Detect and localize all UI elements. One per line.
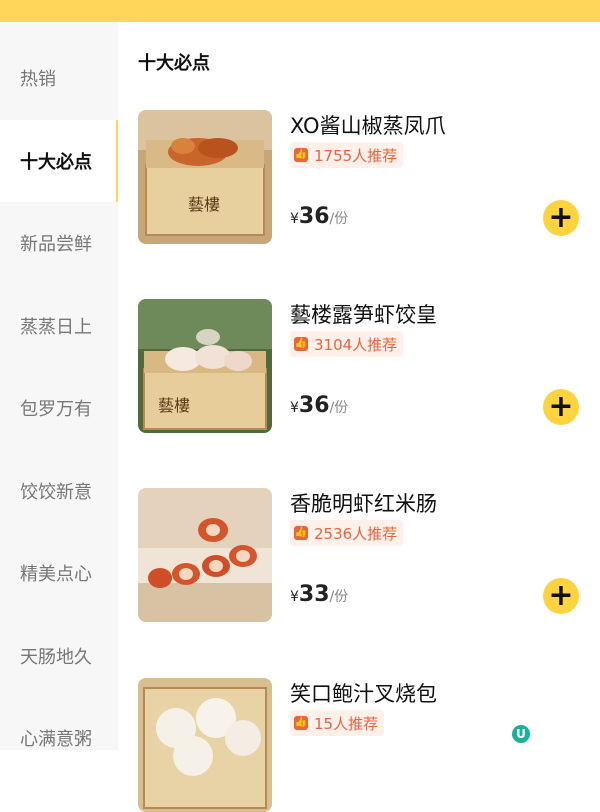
plus-icon: + [548, 389, 574, 424]
recommend-count: 1755人推荐 [314, 146, 398, 165]
sidebar-item-label: 饺饺新意 [20, 482, 92, 503]
price-amount: 33 [298, 582, 330, 607]
menu-list: 十大必点 藝樓 XO酱山椒蒸凤爪 👍 1755人推荐 ¥36/份 + 藝樓 藝楼… [118, 22, 600, 812]
sidebar-item-steamed[interactable]: 蒸蒸日上 [0, 285, 118, 367]
sidebar-item-hot[interactable]: 热销 [0, 37, 118, 119]
section-title: 十大必点 [138, 53, 210, 74]
menu-item[interactable]: 藝樓 藝楼露笋虾饺皇 👍 3104人推荐 ¥36/份 + [138, 299, 588, 433]
price: ¥36/份 [290, 393, 348, 418]
sidebar-item-top-ten[interactable]: 十大必点 [0, 120, 118, 202]
sidebar-item-label: 新品尝鲜 [20, 234, 92, 255]
recommend-badge: 👍 3104人推荐 [290, 331, 404, 357]
plus-icon: + [548, 578, 574, 613]
price-amount: 36 [298, 393, 330, 418]
recommend-count: 2536人推荐 [314, 524, 398, 543]
add-to-cart-button[interactable]: + [543, 200, 579, 236]
sidebar-item-dumplings[interactable]: 饺饺新意 [0, 450, 118, 532]
sidebar-item-label: 包罗万有 [20, 399, 92, 420]
add-to-cart-button[interactable]: + [543, 389, 579, 425]
thumbs-up-icon: 👍 [294, 148, 308, 162]
svg-text:藝樓: 藝樓 [188, 195, 220, 214]
price-amount: 36 [298, 204, 330, 229]
dish-image [138, 678, 272, 812]
menu-item[interactable]: 香脆明虾红米肠 👍 2536人推荐 ¥33/份 + [138, 488, 588, 622]
sidebar-item-label: 蒸蒸日上 [20, 317, 92, 338]
sidebar-item-label: 热销 [20, 69, 56, 90]
sidebar-item-rice-rolls[interactable]: 天肠地久 [0, 615, 118, 697]
top-status-bar [0, 0, 600, 22]
recommend-count: 3104人推荐 [314, 335, 398, 354]
sidebar-item-congee[interactable]: 心满意粥 [0, 697, 118, 779]
dish-name: XO酱山椒蒸凤爪 [290, 114, 446, 138]
recommend-badge: 👍 15人推荐 [290, 710, 385, 736]
sidebar-item-buns[interactable]: 包罗万有 [0, 367, 118, 449]
price-unit: /份 [329, 400, 349, 416]
sidebar-item-label: 十大必点 [20, 152, 92, 173]
price-currency: ¥ [290, 589, 299, 605]
dish-name: 香脆明虾红米肠 [290, 492, 437, 516]
thumbs-up-icon: 👍 [294, 526, 308, 540]
price: ¥33/份 [290, 582, 348, 607]
add-to-cart-button[interactable]: + [543, 578, 579, 614]
sidebar-item-dim-sum[interactable]: 精美点心 [0, 532, 118, 614]
sidebar-item-label: 心满意粥 [20, 729, 92, 750]
recommend-badge: 👍 2536人推荐 [290, 520, 404, 546]
dish-name: 笑口鲍汁叉烧包 [290, 682, 437, 706]
price-currency: ¥ [290, 400, 299, 416]
svg-text:藝樓: 藝樓 [158, 396, 190, 415]
menu-item[interactable]: 笑口鲍汁叉烧包 👍 15人推荐 [138, 678, 588, 812]
recommend-count: 15人推荐 [314, 714, 379, 733]
price-unit: /份 [329, 211, 349, 227]
recommend-badge: 👍 1755人推荐 [290, 142, 404, 168]
dish-image: 藝樓 [138, 110, 272, 244]
menu-item[interactable]: 藝樓 XO酱山椒蒸凤爪 👍 1755人推荐 ¥36/份 + [138, 110, 588, 244]
thumbs-up-icon: 👍 [294, 337, 308, 351]
price: ¥36/份 [290, 204, 348, 229]
sidebar-item-label: 精美点心 [20, 564, 92, 585]
price-unit: /份 [329, 589, 349, 605]
brand-logo-icon: U [512, 725, 530, 743]
plus-icon: + [548, 200, 574, 235]
thumbs-up-icon: 👍 [294, 716, 308, 730]
category-sidebar: 热销 十大必点 新品尝鲜 蒸蒸日上 包罗万有 饺饺新意 精美点心 天肠地久 心满… [0, 22, 118, 750]
dish-name: 藝楼露笋虾饺皇 [290, 303, 437, 327]
dish-image: 藝樓 [138, 299, 272, 433]
price-currency: ¥ [290, 211, 299, 227]
dish-image [138, 488, 272, 622]
sidebar-item-new[interactable]: 新品尝鲜 [0, 202, 118, 284]
sidebar-item-label: 天肠地久 [20, 647, 92, 668]
